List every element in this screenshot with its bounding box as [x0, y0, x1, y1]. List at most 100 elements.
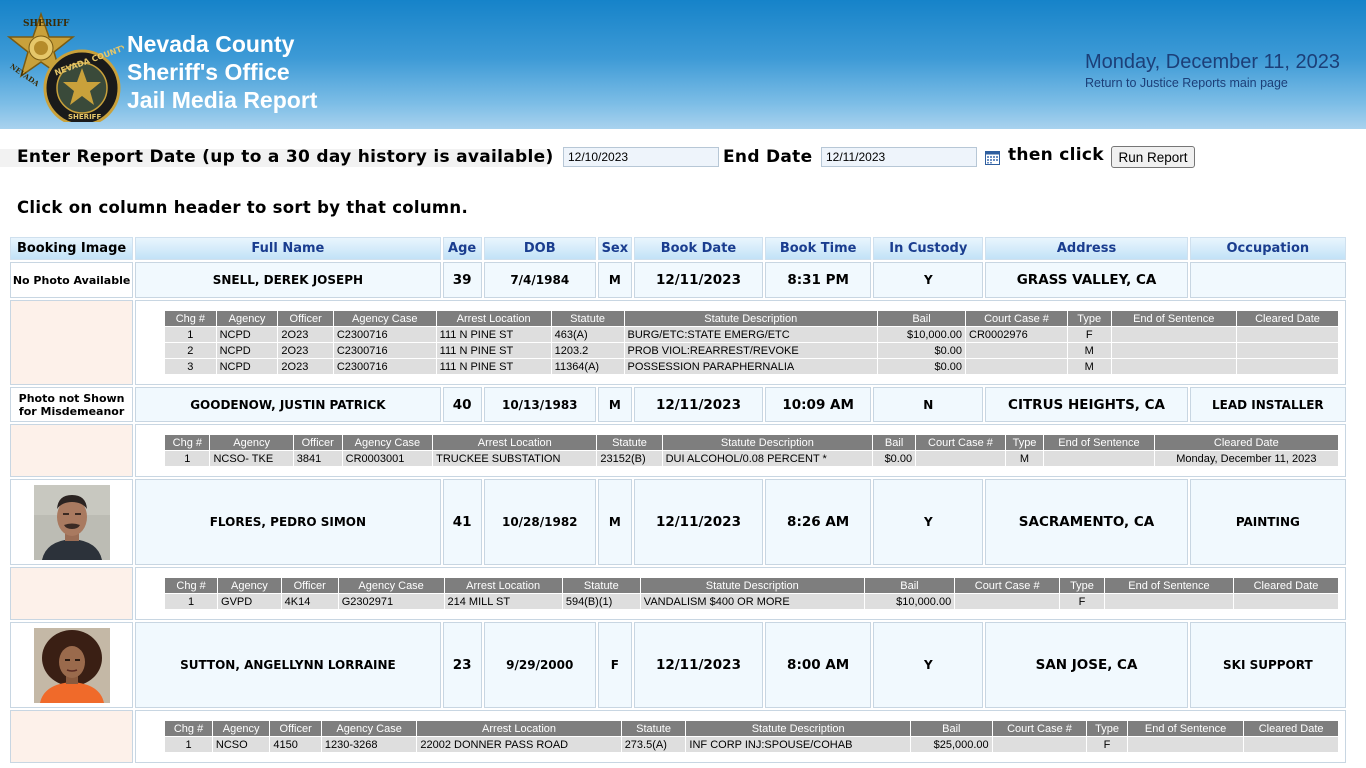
chg-court-case: CR0002976 — [966, 327, 1067, 342]
chg-end-of-sentence — [1111, 327, 1236, 342]
chg-header-agency-case: Agency Case — [321, 721, 417, 736]
chg-header-court-case: Court Case # — [955, 578, 1060, 593]
col-header-full-name[interactable]: Full Name — [135, 237, 441, 260]
charges-spacer — [10, 424, 134, 477]
chg-header-end-of-sentence: End of Sentence — [1127, 721, 1244, 736]
chg-header-bail: Bail — [864, 578, 955, 593]
chg-arrest-location: TRUCKEE SUBSTATION — [433, 451, 597, 466]
chg-cleared-date — [1244, 737, 1338, 752]
age: 23 — [442, 622, 482, 708]
calendar-icon[interactable] — [985, 151, 1000, 165]
col-header-book-date[interactable]: Book Date — [633, 237, 764, 260]
current-date: Monday, December 11, 2023 — [1085, 51, 1340, 73]
chg-statute-description: VANDALISM $400 OR MORE — [640, 594, 864, 609]
chg-header-cleared-date: Cleared Date — [1236, 311, 1338, 326]
chg-arrest-location: 111 N PINE ST — [436, 343, 551, 358]
return-main-page-link[interactable]: Return to Justice Reports main page — [1085, 76, 1340, 90]
chg-arrest-location: 214 MILL ST — [444, 594, 562, 609]
bookings-table: Booking Image Full Name Age DOB Sex Book… — [8, 235, 1348, 765]
chg-header-court-case: Court Case # — [966, 311, 1067, 326]
dob: 10/13/1983 — [483, 387, 596, 422]
chg-num: 1 — [165, 451, 210, 466]
agency-title: Nevada County Sheriff's Office Jail Medi… — [127, 30, 317, 114]
chg-header-type: Type — [1005, 435, 1044, 450]
chg-cleared-date — [1236, 327, 1338, 342]
chg-header-statute-description: Statute Description — [686, 721, 910, 736]
charges-row: Chg # Agency Officer Agency Case Arrest … — [10, 710, 1346, 763]
chg-header-arrest-location: Arrest Location — [444, 578, 562, 593]
start-date-input[interactable] — [563, 147, 719, 167]
charges-header-row: Chg # Agency Officer Agency Case Arrest … — [165, 311, 1338, 326]
chg-end-of-sentence — [1127, 737, 1244, 752]
chg-num: 3 — [165, 359, 216, 374]
book-date: 12/11/2023 — [633, 387, 764, 422]
end-date-input[interactable] — [821, 147, 977, 167]
charges-table: Chg # Agency Officer Agency Case Arrest … — [164, 577, 1339, 610]
col-header-dob[interactable]: DOB — [483, 237, 596, 260]
full-name: SNELL, DEREK JOSEPH — [135, 262, 441, 298]
chg-num: 1 — [165, 737, 212, 752]
charges-container: Chg # Agency Officer Agency Case Arrest … — [135, 424, 1346, 477]
dob: 9/29/2000 — [483, 622, 596, 708]
chg-num: 1 — [165, 594, 218, 609]
dob: 10/28/1982 — [483, 479, 596, 565]
report-date-controls: Enter Report Date (up to a 30 day histor… — [0, 145, 1366, 169]
chg-header-num: Chg # — [165, 311, 216, 326]
charge-row: 1 GVPD 4K14 G2302971 214 MILL ST 594(B)(… — [165, 594, 1338, 609]
chg-header-officer: Officer — [270, 721, 321, 736]
chg-statute: 23152(B) — [597, 451, 662, 466]
address: SAN JOSE, CA — [985, 622, 1188, 708]
col-header-in-custody[interactable]: In Custody — [873, 237, 984, 260]
logo-text-patch-sheriff: SHERIFF — [68, 113, 101, 121]
chg-header-bail: Bail — [873, 435, 916, 450]
chg-header-agency: Agency — [216, 311, 278, 326]
chg-statute: 594(B)(1) — [562, 594, 640, 609]
chg-agency: NCPD — [216, 327, 278, 342]
book-time: 10:09 AM — [765, 387, 872, 422]
address: CITRUS HEIGHTS, CA — [985, 387, 1188, 422]
chg-agency-case: C2300716 — [333, 359, 436, 374]
charge-row: 1 NCSO- TKE 3841 CR0003001 TRUCKEE SUBST… — [165, 451, 1338, 466]
charges-container: Chg # Agency Officer Agency Case Arrest … — [135, 710, 1346, 763]
title-line-county: Nevada County — [127, 31, 295, 57]
chg-court-case — [916, 451, 1005, 466]
chg-header-arrest-location: Arrest Location — [417, 721, 621, 736]
col-header-occupation[interactable]: Occupation — [1189, 237, 1346, 260]
sheriff-badge-logo: SHERIFF NEVADA NEVADA COUNTY SHERIFF — [6, 12, 124, 122]
book-time: 8:00 AM — [765, 622, 872, 708]
occupation: PAINTING — [1189, 479, 1346, 565]
chg-num: 2 — [165, 343, 216, 358]
chg-header-type: Type — [1067, 311, 1111, 326]
charges-row: Chg # Agency Officer Agency Case Arrest … — [10, 300, 1346, 385]
charges-container: Chg # Agency Officer Agency Case Arrest … — [135, 300, 1346, 385]
in-custody: Y — [873, 262, 984, 298]
sex: M — [597, 479, 632, 565]
chg-header-statute-description: Statute Description — [624, 311, 878, 326]
chg-header-agency: Agency — [212, 721, 270, 736]
col-header-age[interactable]: Age — [442, 237, 482, 260]
charges-table: Chg # Agency Officer Agency Case Arrest … — [164, 434, 1339, 467]
chg-statute: 273.5(A) — [621, 737, 686, 752]
book-time: 8:26 AM — [765, 479, 872, 565]
chg-statute: 463(A) — [551, 327, 624, 342]
chg-cleared-date — [1234, 594, 1338, 609]
chg-bail: $0.00 — [878, 359, 966, 374]
chg-statute-description: POSSESSION PARAPHERNALIA — [624, 359, 878, 374]
sex: M — [597, 387, 632, 422]
chg-end-of-sentence — [1104, 594, 1234, 609]
chg-header-court-case: Court Case # — [916, 435, 1005, 450]
chg-cleared-date — [1236, 359, 1338, 374]
book-date: 12/11/2023 — [633, 622, 764, 708]
col-header-booking-image[interactable]: Booking Image — [10, 237, 134, 260]
run-report-button[interactable]: Run Report — [1111, 146, 1195, 168]
chg-header-officer: Officer — [293, 435, 342, 450]
charge-row: 1 NCPD 2O23 C2300716 111 N PINE ST 463(A… — [165, 327, 1338, 342]
col-header-sex[interactable]: Sex — [597, 237, 632, 260]
col-header-book-time[interactable]: Book Time — [765, 237, 872, 260]
col-header-address[interactable]: Address — [985, 237, 1188, 260]
charges-spacer — [10, 567, 134, 620]
chg-agency-case: G2302971 — [338, 594, 444, 609]
in-custody: N — [873, 387, 984, 422]
report-date-prompt: Enter Report Date (up to a 30 day histor… — [17, 147, 554, 167]
chg-agency: NCSO- TKE — [210, 451, 293, 466]
